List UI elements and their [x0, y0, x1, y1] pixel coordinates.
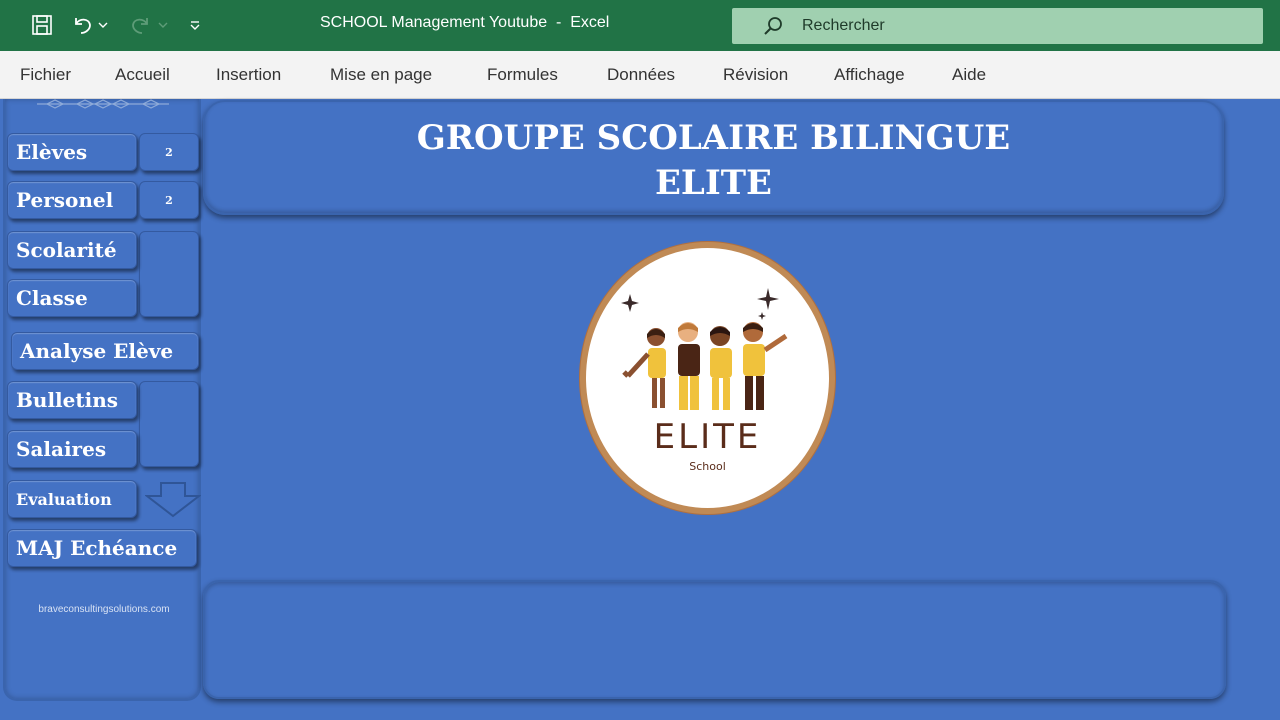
logo-name: ELITE	[653, 417, 762, 457]
analyse-eleve-button[interactable]: Analyse Elève	[11, 332, 199, 370]
search-input[interactable]	[802, 15, 1222, 37]
tab-formules[interactable]: Formules	[487, 65, 558, 85]
classe-button[interactable]: Classe	[7, 279, 137, 317]
side-box-bulletins-salaires	[139, 381, 199, 467]
title-line-2: ELITE	[655, 163, 772, 203]
window-title: SCHOOL Management Youtube - Excel	[320, 14, 610, 31]
tab-mise-en-page[interactable]: Mise en page	[330, 65, 432, 85]
tab-donnees[interactable]: Données	[607, 65, 675, 85]
tab-affichage[interactable]: Affichage	[834, 65, 905, 85]
salaires-button[interactable]: Salaires	[7, 430, 137, 468]
side-box-scolarite-classe	[139, 231, 199, 317]
website-link[interactable]: braveconsultingsolutions.com	[5, 604, 203, 615]
customize-icon[interactable]	[182, 12, 208, 38]
undo-dropdown-icon[interactable]	[96, 12, 110, 38]
title-bar: SCHOOL Management Youtube - Excel	[0, 0, 1280, 51]
ornament-icon	[37, 99, 169, 109]
scolarite-button[interactable]: Scolarité	[7, 231, 137, 269]
eleves-button[interactable]: Elèves	[7, 133, 137, 171]
redo-dropdown-icon[interactable]	[156, 12, 170, 38]
search-box[interactable]	[732, 8, 1263, 44]
tab-aide[interactable]: Aide	[952, 65, 986, 85]
school-logo: ELITE School	[580, 242, 835, 514]
title-line-1: GROUPE SCOLAIRE BILINGUE	[416, 118, 1011, 158]
undo-icon[interactable]	[70, 12, 96, 38]
sidebar-panel: Elèves 2 Personel 2 Scolarité Classe Ana…	[3, 99, 201, 701]
worksheet: Elèves 2 Personel 2 Scolarité Classe Ana…	[0, 99, 1280, 720]
bulletins-button[interactable]: Bulletins	[7, 381, 137, 419]
tab-insertion[interactable]: Insertion	[216, 65, 281, 85]
personel-button[interactable]: Personel	[7, 181, 137, 219]
header-panel: GROUPE SCOLAIRE BILINGUE ELITE	[203, 100, 1224, 215]
tab-accueil[interactable]: Accueil	[115, 65, 170, 85]
tab-fichier[interactable]: Fichier	[20, 65, 71, 85]
down-arrow-icon	[145, 482, 201, 518]
redo-icon[interactable]	[127, 12, 153, 38]
evaluation-button[interactable]: Evaluation	[7, 480, 137, 518]
personel-count-badge: 2	[139, 181, 199, 219]
save-icon[interactable]	[29, 12, 55, 38]
page-title: GROUPE SCOLAIRE BILINGUE ELITE	[205, 116, 1222, 206]
logo-subtitle: School	[689, 460, 726, 473]
bottom-panel	[203, 580, 1226, 699]
tab-revision[interactable]: Révision	[723, 65, 788, 85]
eleves-count-badge: 2	[139, 133, 199, 171]
maj-echeance-button[interactable]: MAJ Echéance	[7, 529, 197, 567]
search-icon	[762, 15, 784, 41]
ribbon-tabs: Fichier Accueil Insertion Mise en page F…	[0, 51, 1280, 99]
